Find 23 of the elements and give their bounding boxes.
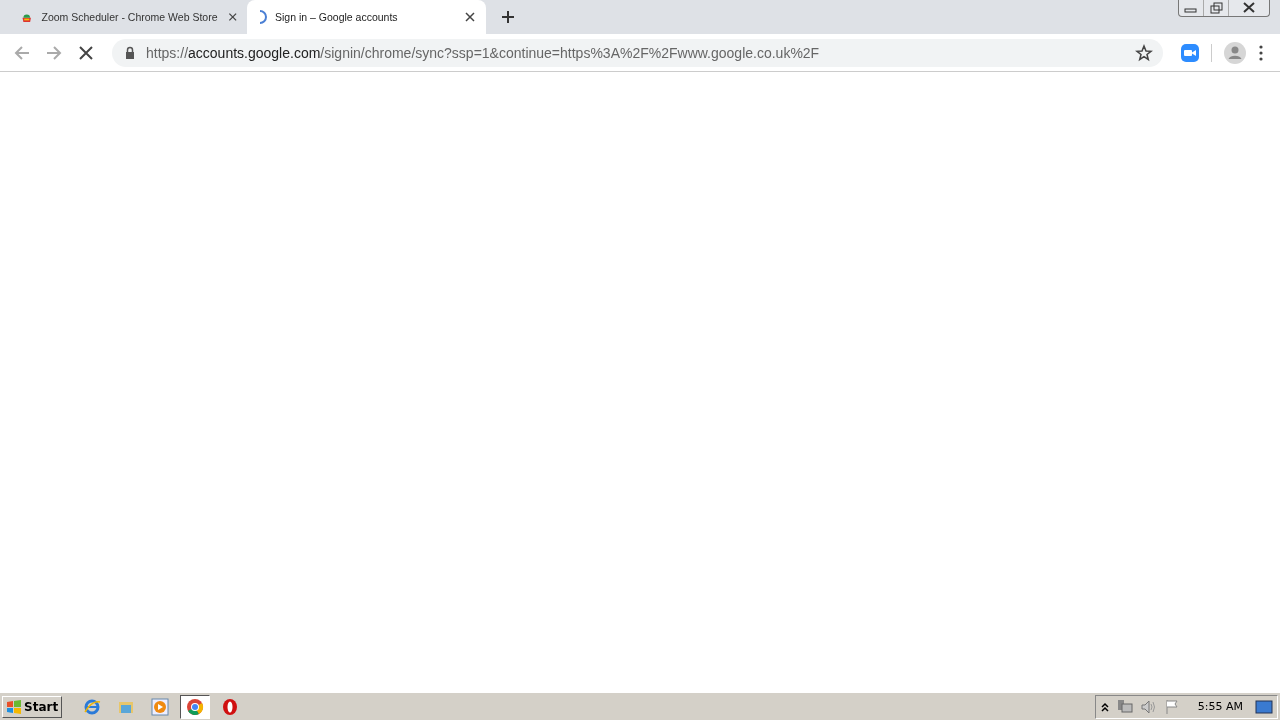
browser-tab[interactable]: Zoom Scheduler - Chrome Web Store: [8, 0, 247, 34]
media-player-icon: [151, 697, 170, 716]
start-button[interactable]: Start: [2, 695, 63, 718]
address-bar[interactable]: https://accounts.google.com/signin/chrome/sync?ssp=1&continue=https%3A%2F%2Fwww.google.co.uk%2F: [112, 38, 1163, 67]
menu-icon[interactable]: [1258, 43, 1264, 62]
show-desktop-icon[interactable]: [1255, 699, 1273, 714]
network-icon[interactable]: [1115, 698, 1134, 715]
windows-logo-icon: [6, 698, 22, 715]
url-text: https://accounts.google.com/signin/chrome/sync?ssp=1&continue=https%3A%2F%2Fwww.google.co.uk%2F: [146, 44, 820, 61]
star-icon[interactable]: [1135, 43, 1153, 62]
opera-logo-icon: [221, 697, 240, 716]
chrome-logo-icon: [186, 697, 205, 716]
clock-time[interactable]: 5:55 AM: [1197, 700, 1243, 713]
window-controls[interactable]: [1178, 0, 1270, 17]
video-camera-icon[interactable]: [1181, 43, 1199, 62]
avatar-icon[interactable]: [1224, 41, 1246, 64]
new-tab-icon[interactable]: [500, 9, 516, 25]
taskbar-button[interactable]: [180, 694, 211, 719]
speaker-icon[interactable]: [1139, 698, 1158, 715]
browser-tab[interactable]: Sign in – Google accounts: [247, 0, 486, 34]
loading-spinner-icon: [259, 10, 267, 24]
lock-icon: [124, 45, 136, 60]
browser-e-icon: [83, 697, 102, 716]
